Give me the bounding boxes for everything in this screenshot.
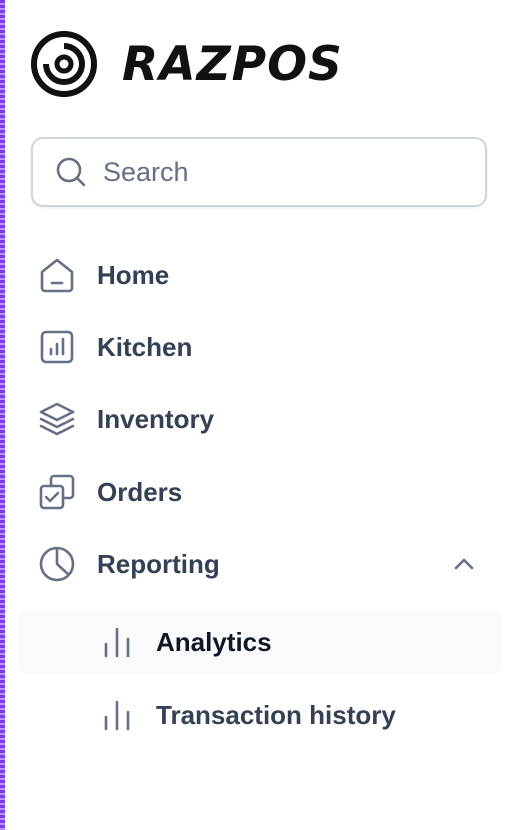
nav-item-home[interactable]: Home <box>17 243 503 307</box>
sidebar: RAZPOS Home Kitchen Inventory <box>0 0 514 830</box>
brand-name: RAZPOS <box>122 36 343 92</box>
nav-item-kitchen[interactable]: Kitchen <box>17 315 503 379</box>
nav-item-label: Home <box>97 259 170 290</box>
search-input[interactable] <box>101 155 465 189</box>
nav-item-label: Reporting <box>97 548 220 579</box>
nav-item-label: Kitchen <box>97 331 193 362</box>
subnav-item-label: Transaction history <box>156 699 396 730</box>
subnav-item-transaction-history[interactable]: Transaction history <box>17 683 503 747</box>
nav-item-orders[interactable]: Orders <box>17 460 503 524</box>
logo-mark-icon <box>31 31 97 97</box>
search-icon <box>56 157 86 187</box>
nav-item-label: Orders <box>97 476 183 507</box>
brand-logo[interactable]: RAZPOS <box>30 30 343 98</box>
check-copy-icon <box>39 474 75 510</box>
nav-item-reporting[interactable]: Reporting <box>17 532 503 596</box>
home-icon <box>40 258 74 293</box>
subnav-item-analytics[interactable]: Analytics <box>17 610 503 674</box>
chevron-up-icon[interactable] <box>451 551 477 577</box>
search-box[interactable] <box>31 137 487 207</box>
subnav-item-label: Analytics <box>156 626 272 657</box>
pie-chart-icon <box>39 546 75 582</box>
nav-item-label: Inventory <box>97 403 215 434</box>
bar-chart-icon <box>104 627 130 658</box>
nav-item-inventory[interactable]: Inventory <box>17 387 503 451</box>
bar-chart-icon <box>104 700 130 731</box>
bar-chart-square-icon <box>40 330 74 364</box>
layers-icon <box>39 402 75 436</box>
sidebar-edge-border <box>0 0 5 830</box>
